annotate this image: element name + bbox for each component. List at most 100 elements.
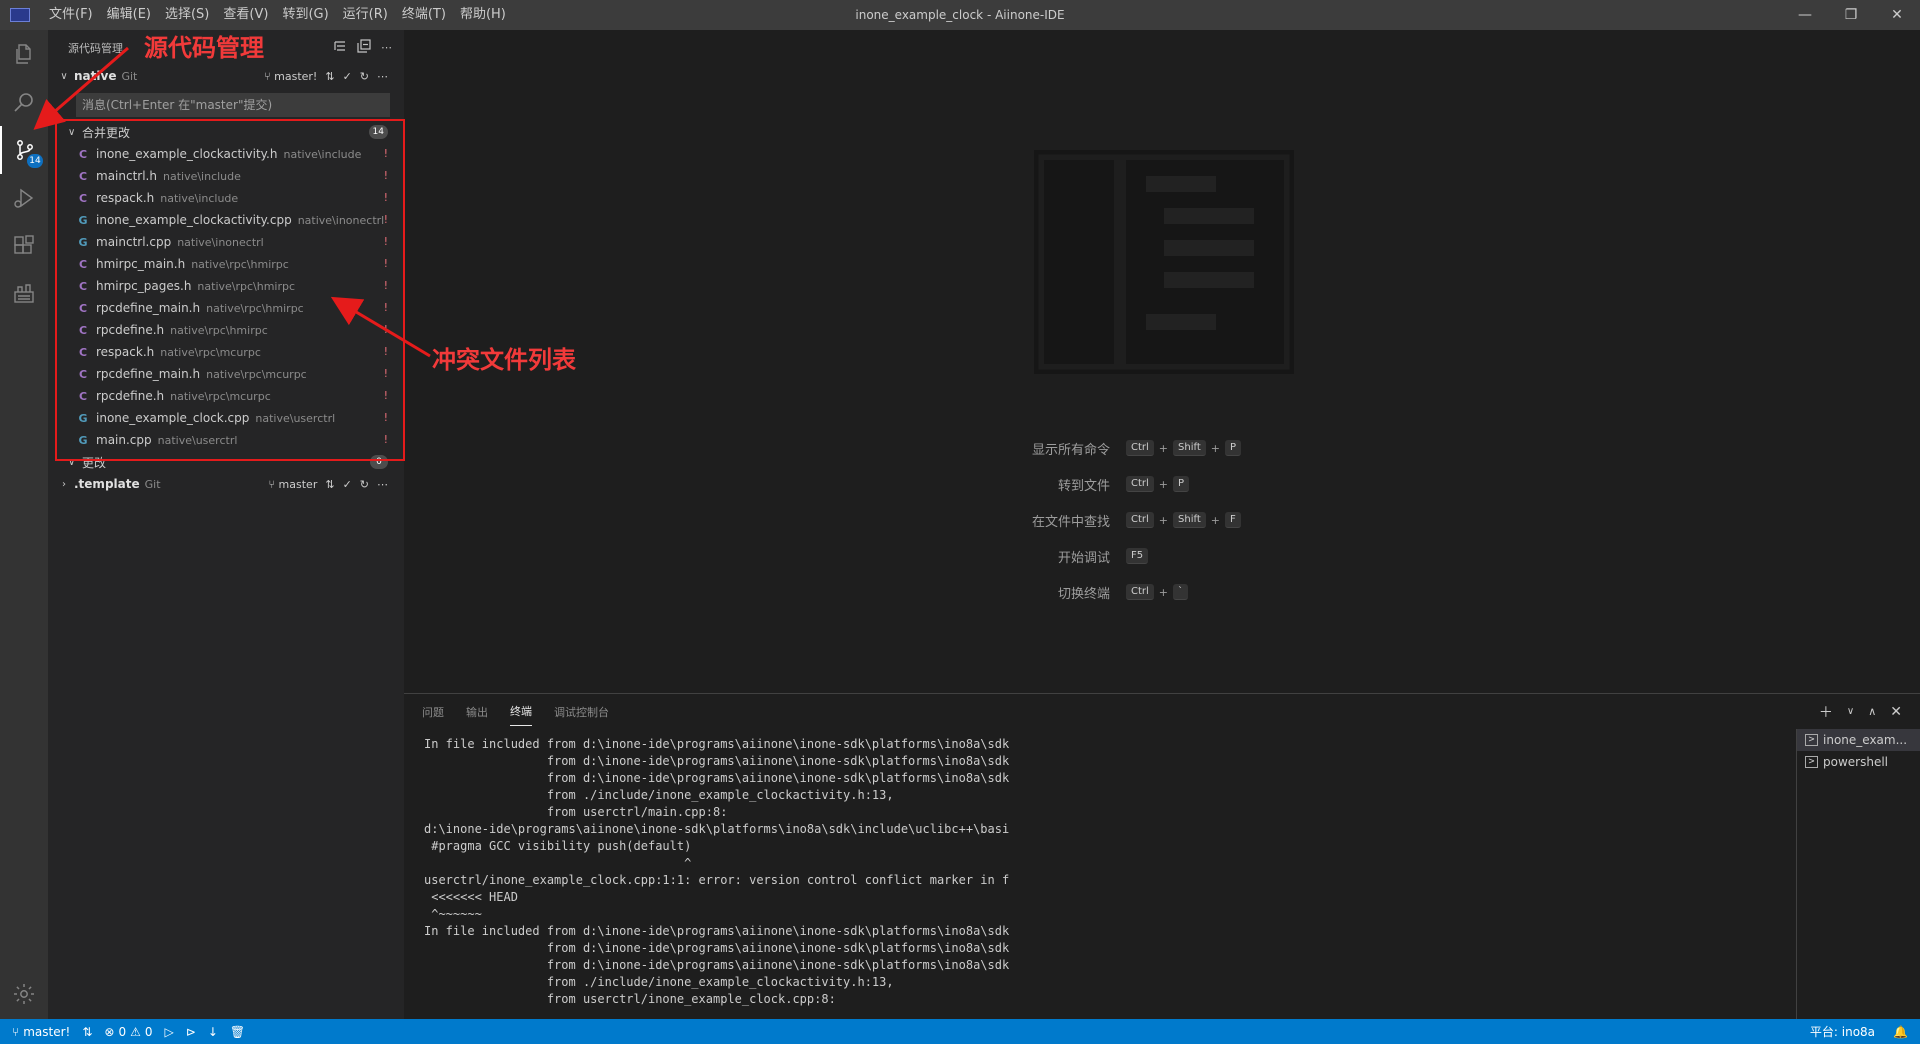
terminal-instance[interactable]: > inone_exam... <box>1797 729 1920 751</box>
run-debug-icon[interactable] <box>0 174 48 222</box>
close-window-button[interactable]: ✕ <box>1874 0 1920 30</box>
conflict-file-item[interactable]: Ginone_example_clock.cpp native\userctrl! <box>48 407 404 429</box>
conflict-file-item[interactable]: Ginone_example_clockactivity.cpp native\i… <box>48 209 404 231</box>
sync-icon[interactable]: ⇅ <box>325 70 334 83</box>
debug-run-icon[interactable]: ⊳ <box>186 1025 196 1039</box>
branch-indicator[interactable]: ⑂ master! <box>264 70 317 83</box>
conflict-file-item[interactable]: Crespack.h native\rpc\mcurpc! <box>48 341 404 363</box>
chevron-down-icon[interactable]: ∨ <box>1847 706 1854 717</box>
chevron-down-icon: ∨ <box>68 456 76 468</box>
branch-indicator[interactable]: ⑂ master <box>268 478 317 491</box>
menu-bar: 文件(F) 编辑(E) 选择(S) 查看(V) 转到(G) 运行(R) 终端(T) 帮助(H) <box>42 0 513 30</box>
conflict-file-item[interactable]: Chmirpc_pages.h native\rpc\hmirpc! <box>48 275 404 297</box>
terminal-line: from d:\inone-ide\programs\aiinone\inone… <box>424 941 1010 955</box>
search-icon[interactable] <box>0 78 48 126</box>
shortcut-row: 切换终端 Ctrl + ` <box>974 574 1243 610</box>
panel-tab[interactable]: 输出 <box>466 698 488 726</box>
terminal-output[interactable]: In file included from d:\inone-ide\progr… <box>424 736 1494 1016</box>
delete-icon[interactable]: 🗑 <box>230 1025 245 1039</box>
maximize-panel-icon[interactable]: ∧ <box>1868 705 1876 718</box>
conflict-file-list: Cinone_example_clockactivity.h native\inc… <box>48 143 404 451</box>
warning-count: 0 <box>144 1024 153 1039</box>
menu-item[interactable]: 文件(F) <box>42 0 100 30</box>
notification-bell-icon[interactable]: 🔔 <box>1893 1025 1908 1039</box>
commit-check-icon[interactable]: ✓ <box>343 478 352 491</box>
key-separator: + <box>1210 441 1220 455</box>
ide-watermark-logo <box>1034 150 1294 374</box>
merge-changes-group[interactable]: ∨ 合并更改 14 <box>48 121 404 143</box>
window-controls: — ❐ ✕ <box>1782 0 1920 30</box>
keybinding-key: Ctrl <box>1126 476 1154 492</box>
settings-gear-icon[interactable] <box>0 970 48 1018</box>
close-panel-icon[interactable]: ✕ <box>1890 704 1902 720</box>
conflict-file-item[interactable]: Crpcdefine_main.h native\rpc\mcurpc! <box>48 363 404 385</box>
keybinding-key: Shift <box>1173 512 1206 528</box>
conflict-file-item[interactable]: Crpcdefine.h native\rpc\mcurpc! <box>48 385 404 407</box>
file-name: rpcdefine.h <box>96 389 165 403</box>
commit-message-input[interactable] <box>76 93 390 117</box>
chevron-down-icon: ∨ <box>60 70 68 82</box>
repo-more-icon[interactable]: ⋯ <box>377 478 388 491</box>
c-header-file-icon: C <box>78 345 88 359</box>
menu-item[interactable]: 运行(R) <box>336 0 395 30</box>
repo-scm: Git <box>144 477 161 491</box>
conflict-file-item[interactable]: Cinone_example_clockactivity.h native\inc… <box>48 143 404 165</box>
terminal-line: from ./include/inone_example_clockactivi… <box>424 788 894 802</box>
menu-item[interactable]: 帮助(H) <box>453 0 513 30</box>
conflict-file-item[interactable]: Gmain.cpp native\userctrl! <box>48 429 404 451</box>
keybinding-key: P <box>1224 440 1241 456</box>
device-tool-icon[interactable] <box>0 270 48 318</box>
refresh-icon[interactable]: ↻ <box>360 478 369 491</box>
extensions-icon[interactable] <box>0 222 48 270</box>
panel-tab[interactable]: 终端 <box>510 697 532 726</box>
conflict-file-item[interactable]: Crpcdefine_main.h native\rpc\hmirpc! <box>48 297 404 319</box>
source-control-icon[interactable]: 14 <box>0 126 48 174</box>
minimize-button[interactable]: — <box>1782 0 1828 30</box>
refresh-icon[interactable]: ↻ <box>360 70 369 83</box>
menu-item[interactable]: 查看(V) <box>216 0 275 30</box>
restore-button[interactable]: ❐ <box>1828 0 1874 30</box>
conflict-file-item[interactable]: Gmainctrl.cpp native\inonectrl! <box>48 231 404 253</box>
new-terminal-icon[interactable]: ＋ <box>1819 702 1833 722</box>
repo-scm: Git <box>121 69 138 83</box>
status-problems[interactable]: ⊗ 0 ⚠ 0 <box>104 1025 152 1039</box>
terminal-instance[interactable]: > powershell <box>1797 751 1920 773</box>
conflict-status-badge: ! <box>383 345 388 358</box>
changes-group[interactable]: ∨ 更改 0 <box>48 451 404 473</box>
chevron-right-icon: › <box>62 478 66 490</box>
conflict-file-item[interactable]: Crpcdefine.h native\rpc\hmirpc! <box>48 319 404 341</box>
menu-item[interactable]: 转到(G) <box>275 0 335 30</box>
file-path: native\include <box>162 169 241 183</box>
status-sync-icon[interactable]: ⇅ <box>82 1025 92 1039</box>
platform-indicator[interactable]: 平台: ino8a <box>1810 1023 1875 1040</box>
conflict-file-item[interactable]: Chmirpc_main.h native\rpc\hmirpc! <box>48 253 404 275</box>
panel-tab[interactable]: 问题 <box>422 698 444 726</box>
file-name: hmirpc_pages.h <box>96 279 192 293</box>
explorer-icon[interactable] <box>0 30 48 78</box>
keybinding-key: F5 <box>1126 548 1149 564</box>
menu-item[interactable]: 终端(T) <box>395 0 453 30</box>
cpp-file-icon: G <box>78 411 88 425</box>
more-actions-icon[interactable]: ⋯ <box>381 41 392 54</box>
collapse-all-icon[interactable] <box>357 39 371 56</box>
download-icon[interactable]: ↓ <box>208 1025 218 1039</box>
menu-item[interactable]: 选择(S) <box>158 0 216 30</box>
conflict-file-item[interactable]: Cmainctrl.h native\include! <box>48 165 404 187</box>
file-name: inone_example_clock.cpp <box>96 411 250 425</box>
repo-template[interactable]: › .template Git ⑂ master ⇅ ✓ ↻ ⋯ <box>48 473 404 495</box>
status-branch[interactable]: ⑂ master! <box>12 1025 70 1039</box>
commit-check-icon[interactable]: ✓ <box>343 70 352 83</box>
terminal-line: from d:\inone-ide\programs\aiinone\inone… <box>424 958 1010 972</box>
app-logo-icon <box>10 8 30 22</box>
repo-native[interactable]: ∨ native Git ⑂ master! ⇅ ✓ ↻ ⋯ <box>48 65 404 87</box>
run-icon[interactable]: ▷ <box>165 1025 174 1039</box>
sync-icon[interactable]: ⇅ <box>325 478 334 491</box>
conflict-status-badge: ! <box>383 191 388 204</box>
c-header-file-icon: C <box>78 169 88 183</box>
menu-item[interactable]: 编辑(E) <box>100 0 158 30</box>
view-as-tree-icon[interactable] <box>333 39 347 56</box>
panel-tab[interactable]: 调试控制台 <box>554 698 609 726</box>
repo-more-icon[interactable]: ⋯ <box>377 70 388 83</box>
conflict-file-item[interactable]: Crespack.h native\include! <box>48 187 404 209</box>
file-name: hmirpc_main.h <box>96 257 186 271</box>
